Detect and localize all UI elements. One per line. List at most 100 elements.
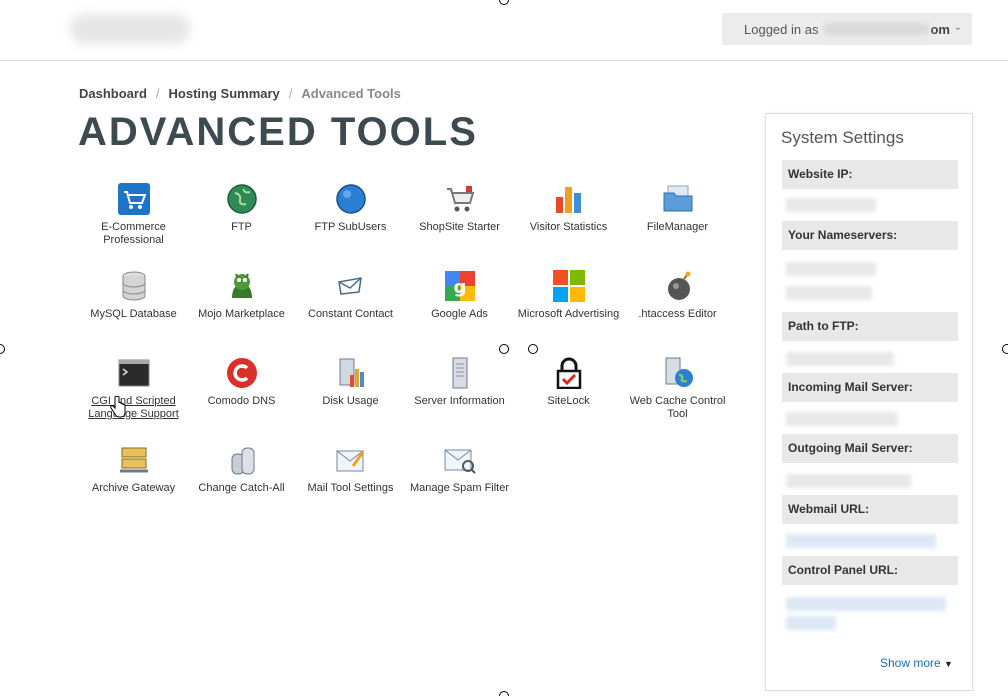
username-tail: om [930, 21, 950, 37]
tool-label: Mail Tool Settings [307, 482, 394, 494]
resize-handle[interactable] [499, 344, 509, 354]
logged-in-label: Logged in as [744, 21, 819, 37]
resize-handle[interactable] [528, 344, 538, 354]
tool-google-ads[interactable]: g Google Ads [405, 270, 514, 321]
blue-sphere-icon [335, 184, 366, 214]
setting-label: Outgoing Mail Server: [782, 434, 958, 463]
redacted-value[interactable] [786, 534, 936, 548]
tool-cgi-scripted-language[interactable]: CGI and Scripted Language Support [79, 357, 188, 421]
tool-label: FileManager [646, 221, 709, 233]
tool-label: Web Cache Control Tool [629, 395, 726, 420]
tool-change-catch-all[interactable]: Change Catch-All [187, 444, 296, 495]
redacted-value [786, 286, 872, 300]
setting-nameservers: Your Nameservers: [782, 221, 958, 250]
resize-handle[interactable] [1002, 344, 1008, 354]
resize-handle[interactable] [0, 344, 5, 354]
globe-icon [226, 184, 257, 214]
setting-label: Website IP: [782, 160, 958, 189]
tool-disk-usage[interactable]: Disk Usage [296, 357, 405, 408]
tool-sitelock[interactable]: SiteLock [514, 357, 623, 408]
show-more-link[interactable]: Show more ▼ [880, 656, 953, 670]
setting-outgoing-mail: Outgoing Mail Server: [782, 434, 958, 463]
setting-incoming-mail: Incoming Mail Server: [782, 373, 958, 402]
tool-mail-tool-settings[interactable]: Mail Tool Settings [296, 444, 405, 495]
tool-web-cache-control[interactable]: Web Cache Control Tool [623, 357, 732, 421]
tool-label: Disk Usage [322, 395, 379, 407]
tool-label: Visitor Statistics [529, 221, 608, 233]
setting-path-to-ftp: Path to FTP: [782, 312, 958, 341]
system-settings-title: System Settings [781, 128, 904, 147]
tool-mojo-marketplace[interactable]: Mojo Marketplace [187, 270, 296, 321]
setting-label: Control Panel URL: [782, 556, 958, 585]
tool-label: Google Ads [431, 308, 488, 320]
redacted-username [824, 23, 930, 35]
setting-label: Path to FTP: [782, 312, 958, 341]
redacted-value [786, 412, 898, 426]
tool-manage-spam-filter[interactable]: Manage Spam Filter [405, 444, 514, 495]
page-title: ADVANCED TOOLS [78, 110, 478, 154]
top-header: Logged in as om ⌄ [0, 0, 1008, 61]
cart-icon [446, 186, 474, 212]
folder-icon [663, 185, 692, 212]
tool-label: CGI and Scripted Language Support [88, 395, 179, 420]
user-menu[interactable]: Logged in as om ⌄ [722, 13, 972, 45]
tool-visitor-statistics[interactable]: Visitor Statistics [514, 183, 623, 234]
breadcrumb-hosting-summary[interactable]: Hosting Summary [169, 86, 280, 101]
tool-label: Comodo DNS [207, 395, 276, 407]
mail-settings-icon [336, 450, 364, 472]
tool-archive-gateway[interactable]: Archive Gateway [79, 444, 188, 495]
redacted-value [786, 474, 911, 488]
envelope-icon [337, 277, 362, 295]
tool-shopsite-starter[interactable]: ShopSite Starter [405, 183, 514, 234]
redacted-value [786, 262, 876, 276]
tool-label: Mojo Marketplace [198, 308, 285, 320]
spam-filter-icon [444, 449, 476, 474]
tool-htaccess-editor[interactable]: .htaccess Editor [623, 270, 732, 321]
setting-website-ip: Website IP: [782, 160, 958, 189]
brand-logo[interactable] [70, 14, 190, 44]
breadcrumb-current: Advanced Tools [301, 86, 401, 101]
show-more-label: Show more [880, 656, 941, 670]
comodo-icon [226, 358, 257, 388]
chevron-down-icon[interactable]: ⌄ [954, 22, 962, 33]
resize-handle[interactable] [499, 691, 509, 696]
redacted-value[interactable] [786, 597, 946, 611]
breadcrumb-dashboard[interactable]: Dashboard [79, 86, 147, 101]
archive-icon [119, 447, 148, 473]
tool-mysql-database[interactable]: MySQL Database [79, 270, 188, 321]
tool-constant-contact[interactable]: Constant Contact [296, 270, 405, 321]
caret-down-icon: ▼ [944, 659, 953, 669]
redacted-value [786, 352, 894, 366]
setting-control-panel-url: Control Panel URL: [782, 556, 958, 585]
google-ads-icon: g [444, 271, 475, 301]
padlock-icon [556, 357, 581, 389]
setting-label: Your Nameservers: [782, 221, 958, 250]
redacted-value[interactable] [786, 616, 836, 630]
tool-label: Manage Spam Filter [409, 482, 510, 494]
database-icon [122, 271, 145, 301]
tool-ftp-subusers[interactable]: FTP SubUsers [296, 183, 405, 234]
tool-microsoft-advertising[interactable]: Microsoft Advertising [514, 270, 623, 321]
tool-filemanager[interactable]: FileManager [623, 183, 732, 234]
web-cache-icon [665, 357, 693, 387]
tool-label: MySQL Database [90, 308, 177, 320]
tool-ecommerce-professional[interactable]: E-Commerce Professional [79, 183, 188, 247]
terminal-icon [118, 359, 149, 387]
tool-label: Archive Gateway [91, 482, 176, 494]
mojo-monster-icon [231, 273, 252, 298]
tool-ftp[interactable]: FTP [187, 183, 296, 234]
tool-label: Server Information [414, 395, 505, 407]
setting-label: Webmail URL: [782, 495, 958, 524]
tool-label: E-Commerce Professional [101, 221, 166, 246]
svg-text:g: g [453, 277, 466, 298]
disk-usage-icon [339, 358, 364, 387]
breadcrumb-separator: / [288, 86, 293, 101]
tool-server-information[interactable]: Server Information [405, 357, 514, 408]
bar-chart-icon [555, 187, 581, 213]
tool-comodo-dns[interactable]: Comodo DNS [187, 357, 296, 408]
system-settings-panel: System Settings Website IP: Your Nameser… [765, 113, 973, 691]
tool-label: Change Catch-All [198, 482, 285, 494]
hand-cursor-icon [110, 396, 126, 418]
tool-label: ShopSite Starter [419, 221, 500, 233]
tool-label: FTP [231, 221, 252, 233]
